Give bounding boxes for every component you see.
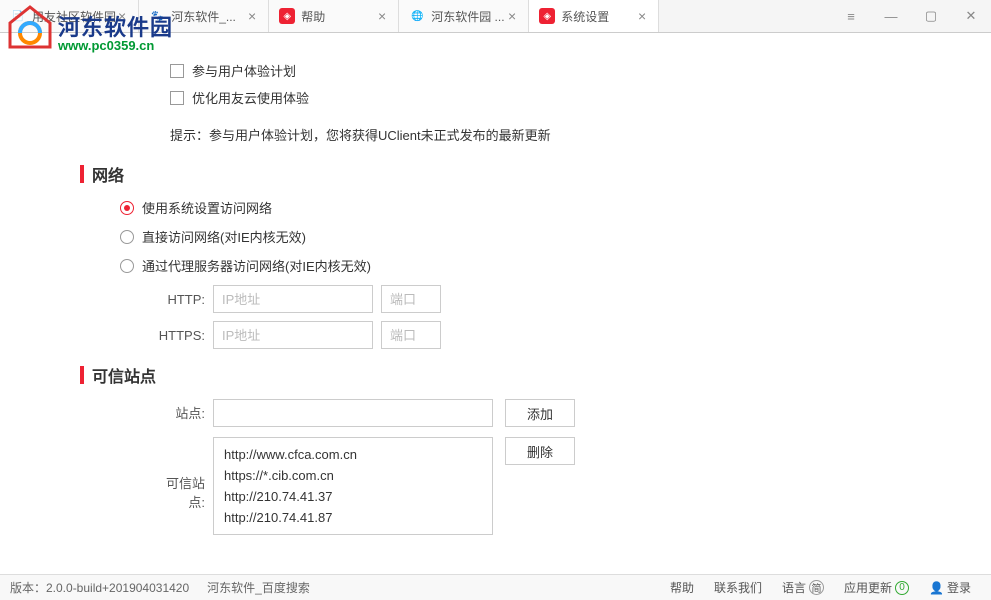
https-label: HTTPS: xyxy=(150,328,205,343)
list-item[interactable]: https://*.cib.com.cn xyxy=(214,465,492,486)
globe-icon: 🌐 xyxy=(409,8,425,24)
trusted-sites-label: 可信站点: xyxy=(150,469,205,511)
net-radio-3[interactable]: 通过代理服务器访问网络(对IE内核无效) xyxy=(120,256,951,275)
https-ip-input[interactable] xyxy=(213,321,373,349)
language-button[interactable]: 语言简 xyxy=(782,579,824,596)
list-item[interactable]: http://210.74.41.37 xyxy=(214,486,492,507)
radio-icon[interactable] xyxy=(120,201,134,215)
section-network: 网络 xyxy=(80,162,951,186)
section-trusted: 可信站点 xyxy=(80,363,951,387)
http-label: HTTP: xyxy=(150,292,205,307)
checkbox-icon[interactable] xyxy=(170,91,184,105)
tab-4[interactable]: ◈ 系统设置 × xyxy=(529,0,659,32)
minimize-button[interactable]: — xyxy=(871,0,911,33)
radio-label: 使用系统设置访问网络 xyxy=(142,198,272,217)
site-add-row: 站点: 添加 xyxy=(150,399,951,427)
radio-icon[interactable] xyxy=(120,230,134,244)
http-port-input[interactable] xyxy=(381,285,441,313)
https-row: HTTPS: xyxy=(150,321,951,349)
flame-icon: ◈ xyxy=(279,8,295,24)
site-label: 站点: xyxy=(150,399,205,422)
http-row: HTTP: xyxy=(150,285,951,313)
update-count-badge: 0 xyxy=(895,581,909,595)
delete-button[interactable]: 删除 xyxy=(505,437,575,465)
section-bar-icon xyxy=(80,366,84,384)
radio-label: 通过代理服务器访问网络(对IE内核无效) xyxy=(142,256,371,275)
trusted-list-row: http://www.cfca.com.cn https://*.cib.com… xyxy=(150,437,951,535)
net-radio-1[interactable]: 使用系统设置访问网络 xyxy=(120,198,951,217)
https-port-input[interactable] xyxy=(381,321,441,349)
watermark-logo xyxy=(5,5,55,55)
watermark-url: www.pc0359.cn xyxy=(58,38,154,53)
add-button[interactable]: 添加 xyxy=(505,399,575,427)
window-controls: ≡ — ▢ ✕ xyxy=(831,0,991,32)
help-link[interactable]: 帮助 xyxy=(670,579,694,596)
content-area: 参与用户体验计划 优化用友云使用体验 提示：参与用户体验计划，您将获得UClie… xyxy=(0,33,991,573)
tab-3[interactable]: 🌐 河东软件园 ...× xyxy=(399,0,529,32)
section-title: 可信站点 xyxy=(92,363,156,387)
lang-badge-icon: 简 xyxy=(809,580,824,595)
list-item[interactable]: http://210.74.41.87 xyxy=(214,507,492,528)
section-bar-icon xyxy=(80,165,84,183)
http-ip-input[interactable] xyxy=(213,285,373,313)
close-icon[interactable]: × xyxy=(246,8,258,24)
close-icon[interactable]: × xyxy=(376,8,388,24)
checkbox-label: 优化用友云使用体验 xyxy=(192,88,309,107)
list-item[interactable]: http://www.cfca.com.cn xyxy=(214,444,492,465)
tab-label: 河东软件园 ... xyxy=(431,8,504,25)
user-icon: 👤 xyxy=(929,581,944,595)
checkbox-icon[interactable] xyxy=(170,64,184,78)
tab-label: 河东软件_... xyxy=(171,8,236,25)
radio-icon[interactable] xyxy=(120,259,134,273)
section-title: 网络 xyxy=(92,162,124,186)
ux-tip: 提示：参与用户体验计划，您将获得UClient未正式发布的最新更新 xyxy=(170,125,951,144)
tab-2[interactable]: ◈ 帮助 × xyxy=(269,0,399,32)
trusted-label xyxy=(150,437,205,441)
search-text: 河东软件_百度搜索 xyxy=(207,579,310,596)
login-button[interactable]: 👤登录 xyxy=(929,579,971,596)
status-bar: 版本：2.0.0-build+201904031420 河东软件_百度搜索 帮助… xyxy=(0,574,991,600)
contact-link[interactable]: 联系我们 xyxy=(714,579,762,596)
trusted-list[interactable]: http://www.cfca.com.cn https://*.cib.com… xyxy=(213,437,493,535)
close-icon[interactable]: × xyxy=(636,8,648,24)
menu-icon[interactable]: ≡ xyxy=(831,0,871,33)
net-radio-2[interactable]: 直接访问网络(对IE内核无效) xyxy=(120,227,951,246)
ux-checkbox-1[interactable]: 参与用户体验计划 xyxy=(170,61,951,80)
update-button[interactable]: 应用更新0 xyxy=(844,579,909,596)
close-icon[interactable]: × xyxy=(506,8,518,24)
checkbox-label: 参与用户体验计划 xyxy=(192,61,296,80)
flame-icon: ◈ xyxy=(539,8,555,24)
trusted-label-row: 可信站点: xyxy=(150,539,951,573)
tab-label: 系统设置 xyxy=(561,8,609,25)
tab-label: 帮助 xyxy=(301,8,325,25)
version-text: 版本：2.0.0-build+201904031420 xyxy=(10,579,189,596)
radio-label: 直接访问网络(对IE内核无效) xyxy=(142,227,306,246)
site-input[interactable] xyxy=(213,399,493,427)
close-button[interactable]: ✕ xyxy=(951,0,991,33)
maximize-button[interactable]: ▢ xyxy=(911,0,951,33)
ux-checkbox-2[interactable]: 优化用友云使用体验 xyxy=(170,88,951,107)
